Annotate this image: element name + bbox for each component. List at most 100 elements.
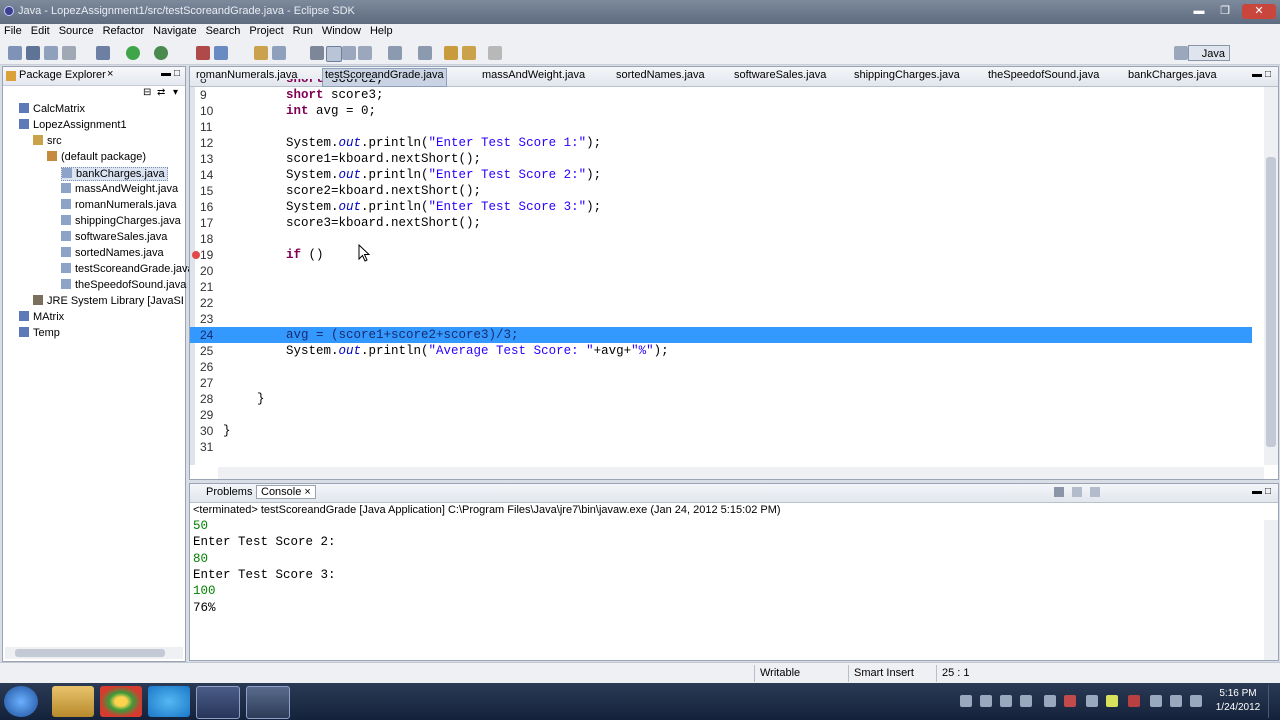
- clear-console-icon[interactable]: [1090, 487, 1100, 497]
- code-line[interactable]: 17 score3=kboard.nextShort();: [190, 215, 1252, 231]
- menu-help[interactable]: Help: [366, 24, 398, 37]
- package-explorer-hscrollbar[interactable]: [5, 647, 183, 659]
- open-perspective-icon[interactable]: [1174, 46, 1188, 60]
- link-with-editor-icon[interactable]: ⇄: [157, 87, 165, 98]
- tree-item-sortednames[interactable]: sortedNames.java: [61, 247, 164, 259]
- show-desktop-button[interactable]: [1268, 685, 1279, 718]
- menu-navigate[interactable]: Navigate: [149, 24, 201, 37]
- flag-icon[interactable]: [1150, 695, 1162, 707]
- code-line[interactable]: 16 System.out.println("Enter Test Score 3…: [190, 199, 1252, 215]
- tree-item-temp[interactable]: Temp: [19, 327, 60, 339]
- remove-launch-icon[interactable]: [1072, 487, 1082, 497]
- view-menu-icon[interactable]: ▾: [173, 87, 178, 98]
- network-icon[interactable]: [1170, 695, 1182, 707]
- chrome-icon[interactable]: [100, 686, 142, 717]
- tree-item-src[interactable]: src: [33, 135, 62, 147]
- code-line[interactable]: 15 score2=kboard.nextShort();: [190, 183, 1252, 199]
- save-all-icon[interactable]: [44, 46, 58, 60]
- close-view-icon[interactable]: ×: [107, 68, 113, 80]
- menu-refactor[interactable]: Refactor: [99, 24, 150, 37]
- code-line[interactable]: 27: [190, 375, 1252, 391]
- menu-run[interactable]: Run: [289, 24, 318, 37]
- next-annotation-icon[interactable]: [388, 46, 402, 60]
- minimize-icon[interactable]: ▬: [1188, 4, 1210, 19]
- folder-taskbar-icon[interactable]: [246, 686, 290, 719]
- minimize-console-icon[interactable]: ▬: [1252, 486, 1262, 497]
- console-vscrollbar[interactable]: [1264, 520, 1278, 660]
- collapse-all-icon[interactable]: ⊟: [143, 87, 151, 98]
- save-icon[interactable]: [26, 46, 40, 60]
- tray-icon[interactable]: [960, 695, 972, 707]
- code-line[interactable]: 8 short score2;: [190, 79, 1252, 87]
- code-line[interactable]: 29: [190, 407, 1252, 423]
- search-icon[interactable]: [272, 46, 286, 60]
- new-package-icon[interactable]: [214, 46, 228, 60]
- maximize-icon[interactable]: ❐: [1214, 4, 1236, 19]
- code-line[interactable]: 21: [190, 279, 1252, 295]
- tree-item-bankcharges[interactable]: bankCharges.java: [61, 167, 168, 181]
- tray-icon[interactable]: [1064, 695, 1076, 707]
- code-line[interactable]: 22: [190, 295, 1252, 311]
- code-line[interactable]: 11: [190, 119, 1252, 135]
- tray-icon[interactable]: [1106, 695, 1118, 707]
- java-perspective-button[interactable]: Java: [1188, 45, 1230, 61]
- open-type-icon[interactable]: [254, 46, 268, 60]
- skype-icon[interactable]: [148, 686, 190, 717]
- tray-icon[interactable]: [1044, 695, 1056, 707]
- code-line[interactable]: 25 System.out.println("Average Test Score…: [190, 343, 1252, 359]
- minimize-view-icon[interactable]: ▬: [161, 68, 171, 79]
- code-line[interactable]: 31: [190, 439, 1252, 455]
- new-icon[interactable]: [8, 46, 22, 60]
- tree-item-shippingcharges[interactable]: shippingCharges.java: [61, 215, 181, 227]
- tree-item-lopezassignment1[interactable]: LopezAssignment1: [19, 119, 127, 131]
- tree-item-massandweight[interactable]: massAndWeight.java: [61, 183, 178, 195]
- tree-item-default-package[interactable]: (default package): [47, 151, 146, 163]
- menu-file[interactable]: File: [0, 24, 27, 37]
- code-area[interactable]: 8 short score2; 9 short score3; 10 int avg = …: [190, 79, 1264, 465]
- annotation-icon[interactable]: [310, 46, 324, 60]
- taskbar-clock[interactable]: 5:16 PM 1/24/2012: [1212, 687, 1264, 715]
- close-icon[interactable]: ✕: [1242, 4, 1276, 19]
- editor-vscrollbar[interactable]: [1264, 87, 1278, 465]
- tray-icon[interactable]: [1000, 695, 1012, 707]
- volume-icon[interactable]: [1190, 695, 1202, 707]
- show-whitespace-icon[interactable]: [358, 46, 372, 60]
- code-line[interactable]: 28}: [190, 391, 1252, 407]
- print-icon[interactable]: [62, 46, 76, 60]
- maximize-view-icon[interactable]: □: [174, 68, 180, 79]
- tab-console[interactable]: Console ×: [256, 485, 316, 499]
- eclipse-taskbar-icon[interactable]: [196, 686, 240, 719]
- tree-item-matrix[interactable]: MAtrix: [19, 311, 64, 323]
- code-line[interactable]: 20: [190, 263, 1252, 279]
- error-marker-icon[interactable]: [192, 251, 200, 259]
- tray-icon[interactable]: [980, 695, 992, 707]
- last-edit-icon[interactable]: [444, 46, 458, 60]
- back-icon[interactable]: [462, 46, 476, 60]
- editor-hscrollbar[interactable]: [218, 467, 1264, 479]
- menu-edit[interactable]: Edit: [27, 24, 55, 37]
- code-line[interactable]: 18: [190, 231, 1252, 247]
- terminate-icon[interactable]: [1054, 487, 1064, 497]
- code-line[interactable]: 9 short score3;: [190, 87, 1252, 103]
- scroll-thumb[interactable]: [15, 649, 165, 657]
- tree-item-jre-library[interactable]: JRE System Library [JavaSE-1.6]: [33, 295, 183, 307]
- maximize-editor-icon[interactable]: □: [1265, 69, 1271, 80]
- tab-problems[interactable]: Problems: [206, 486, 252, 498]
- debug-icon[interactable]: [96, 46, 110, 60]
- toggle-mark-icon[interactable]: [326, 46, 342, 62]
- code-line[interactable]: 23: [190, 311, 1252, 327]
- tree-item-thespeedofsound[interactable]: theSpeedofSound.java: [61, 279, 186, 291]
- explorer-icon[interactable]: [52, 686, 94, 717]
- new-java-project-icon[interactable]: [196, 46, 210, 60]
- menu-project[interactable]: Project: [245, 24, 288, 37]
- prev-annotation-icon[interactable]: [418, 46, 432, 60]
- code-line[interactable]: 19 if (): [190, 247, 1252, 263]
- code-line[interactable]: 14 System.out.println("Enter Test Score 2…: [190, 167, 1252, 183]
- block-selection-icon[interactable]: [342, 46, 356, 60]
- tray-icon[interactable]: [1020, 695, 1032, 707]
- code-line[interactable]: 12 System.out.println("Enter Test Score 1…: [190, 135, 1252, 151]
- menu-source[interactable]: Source: [55, 24, 99, 37]
- run-external-icon[interactable]: [154, 46, 168, 60]
- menu-search[interactable]: Search: [202, 24, 246, 37]
- menu-window[interactable]: Window: [318, 24, 366, 37]
